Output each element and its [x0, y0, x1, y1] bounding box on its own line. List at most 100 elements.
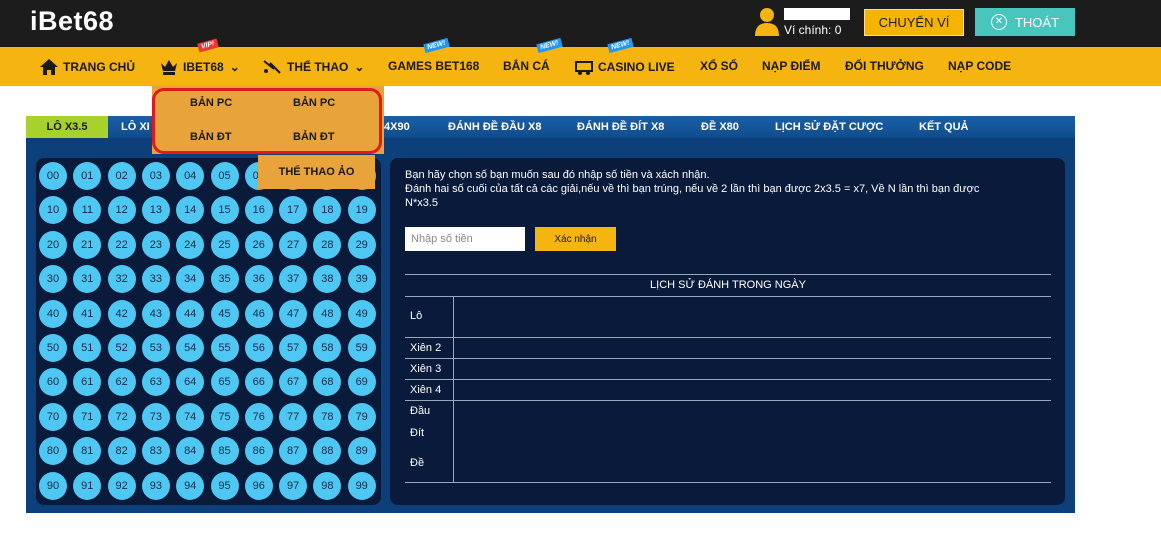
number-ball[interactable]: 60 — [39, 368, 67, 397]
number-ball[interactable]: 70 — [39, 402, 67, 431]
number-ball[interactable]: 46 — [244, 299, 273, 328]
number-ball[interactable]: 99 — [347, 471, 376, 500]
number-ball[interactable]: 32 — [107, 265, 136, 294]
number-ball[interactable]: 71 — [73, 402, 102, 431]
number-ball[interactable]: 30 — [39, 265, 67, 294]
number-ball[interactable]: 65 — [210, 368, 239, 397]
number-ball[interactable]: 47 — [279, 299, 308, 328]
number-ball[interactable]: 57 — [279, 334, 308, 362]
number-ball[interactable]: 29 — [347, 230, 376, 259]
number-ball[interactable]: 56 — [244, 334, 273, 362]
number-ball[interactable]: 75 — [210, 402, 239, 431]
number-ball[interactable]: 83 — [141, 437, 170, 466]
nav-games-bet168[interactable]: GAMES BET168 — [388, 59, 479, 73]
number-ball[interactable]: 73 — [141, 402, 170, 431]
tab-4x90[interactable]: 4X90 — [384, 121, 410, 133]
number-ball[interactable]: 39 — [347, 265, 376, 294]
dropdown-item-virtual-sports[interactable]: THỂ THAO ẢO — [258, 155, 375, 189]
tab-de-x80[interactable]: ĐỀ X80 — [701, 121, 739, 133]
number-ball[interactable]: 96 — [244, 471, 273, 500]
number-ball[interactable]: 11 — [73, 196, 102, 225]
transfer-wallet-button[interactable]: CHUYỂN VÍ — [864, 9, 964, 36]
number-ball[interactable]: 01 — [73, 162, 102, 190]
number-ball[interactable]: 34 — [176, 265, 205, 294]
number-ball[interactable]: 10 — [39, 196, 67, 225]
number-ball[interactable]: 78 — [313, 402, 342, 431]
tab-betting-history[interactable]: LỊCH SỬ ĐẶT CƯỢC — [775, 121, 883, 133]
number-ball[interactable]: 18 — [313, 196, 342, 225]
number-ball[interactable]: 85 — [210, 437, 239, 466]
number-ball[interactable]: 90 — [39, 471, 67, 500]
nav-nap-code[interactable]: NẠP CODE — [948, 59, 1011, 73]
number-ball[interactable]: 89 — [347, 437, 376, 466]
number-ball[interactable]: 92 — [107, 471, 136, 500]
tab-de-dit-x8[interactable]: ĐÁNH ĐỀ ĐÍT X8 — [577, 121, 664, 133]
nav-casino-live[interactable]: CASINO LIVE — [575, 59, 675, 75]
number-ball[interactable]: 88 — [313, 437, 342, 466]
number-ball[interactable]: 58 — [313, 334, 342, 362]
site-logo[interactable]: iBet68 — [30, 6, 114, 37]
number-ball[interactable]: 44 — [176, 299, 205, 328]
number-ball[interactable]: 04 — [176, 162, 205, 190]
number-ball[interactable]: 54 — [176, 334, 205, 362]
number-ball[interactable]: 59 — [347, 334, 376, 362]
number-ball[interactable]: 86 — [244, 437, 273, 466]
number-ball[interactable]: 45 — [210, 299, 239, 328]
number-ball[interactable]: 98 — [313, 471, 342, 500]
number-ball[interactable]: 35 — [210, 265, 239, 294]
nav-xo-so[interactable]: XỔ SỐ — [700, 59, 738, 73]
logout-button[interactable]: ✕ THOÁT — [975, 8, 1075, 36]
number-ball[interactable]: 82 — [107, 437, 136, 466]
nav-doi-thuong[interactable]: ĐỔI THƯỞNG — [845, 59, 924, 73]
tab-results[interactable]: KẾT QUẢ — [919, 121, 969, 133]
number-ball[interactable]: 61 — [73, 368, 102, 397]
number-ball[interactable]: 93 — [141, 471, 170, 500]
nav-sports[interactable]: THỂ THAO ⌄ — [262, 59, 364, 75]
number-ball[interactable]: 02 — [107, 162, 136, 190]
number-ball[interactable]: 67 — [279, 368, 308, 397]
number-ball[interactable]: 97 — [279, 471, 308, 500]
number-ball[interactable]: 43 — [141, 299, 170, 328]
number-ball[interactable]: 20 — [39, 230, 67, 259]
number-ball[interactable]: 49 — [347, 299, 376, 328]
tab-lo-x35[interactable]: LÔ X3.5 — [26, 116, 108, 138]
number-ball[interactable]: 95 — [210, 471, 239, 500]
number-ball[interactable]: 74 — [176, 402, 205, 431]
number-ball[interactable]: 12 — [107, 196, 136, 225]
number-ball[interactable]: 64 — [176, 368, 205, 397]
number-ball[interactable]: 36 — [244, 265, 273, 294]
number-ball[interactable]: 53 — [141, 334, 170, 362]
number-ball[interactable]: 38 — [313, 265, 342, 294]
number-ball[interactable]: 05 — [210, 162, 239, 190]
nav-home[interactable]: TRANG CHỦ — [40, 59, 135, 75]
number-ball[interactable]: 68 — [313, 368, 342, 397]
number-ball[interactable]: 66 — [244, 368, 273, 397]
number-ball[interactable]: 14 — [176, 196, 205, 225]
number-ball[interactable]: 16 — [244, 196, 273, 225]
number-ball[interactable]: 72 — [107, 402, 136, 431]
number-ball[interactable]: 80 — [39, 437, 67, 466]
number-ball[interactable]: 24 — [176, 230, 205, 259]
number-ball[interactable]: 77 — [279, 402, 308, 431]
amount-input[interactable] — [405, 227, 525, 251]
number-ball[interactable]: 26 — [244, 230, 273, 259]
number-ball[interactable]: 31 — [73, 265, 102, 294]
confirm-button[interactable]: Xác nhận — [535, 227, 616, 251]
number-ball[interactable]: 13 — [141, 196, 170, 225]
number-ball[interactable]: 94 — [176, 471, 205, 500]
number-ball[interactable]: 76 — [244, 402, 273, 431]
tab-lo-xien[interactable]: LÔ XI — [121, 121, 150, 133]
number-ball[interactable]: 69 — [347, 368, 376, 397]
number-ball[interactable]: 15 — [210, 196, 239, 225]
number-ball[interactable]: 27 — [279, 230, 308, 259]
number-ball[interactable]: 48 — [313, 299, 342, 328]
number-ball[interactable]: 41 — [73, 299, 102, 328]
number-ball[interactable]: 87 — [279, 437, 308, 466]
number-ball[interactable]: 22 — [107, 230, 136, 259]
number-ball[interactable]: 84 — [176, 437, 205, 466]
number-ball[interactable]: 42 — [107, 299, 136, 328]
nav-ban-ca[interactable]: BẮN CÁ — [503, 59, 550, 73]
number-ball[interactable]: 21 — [73, 230, 102, 259]
number-ball[interactable]: 28 — [313, 230, 342, 259]
number-ball[interactable]: 51 — [73, 334, 102, 362]
